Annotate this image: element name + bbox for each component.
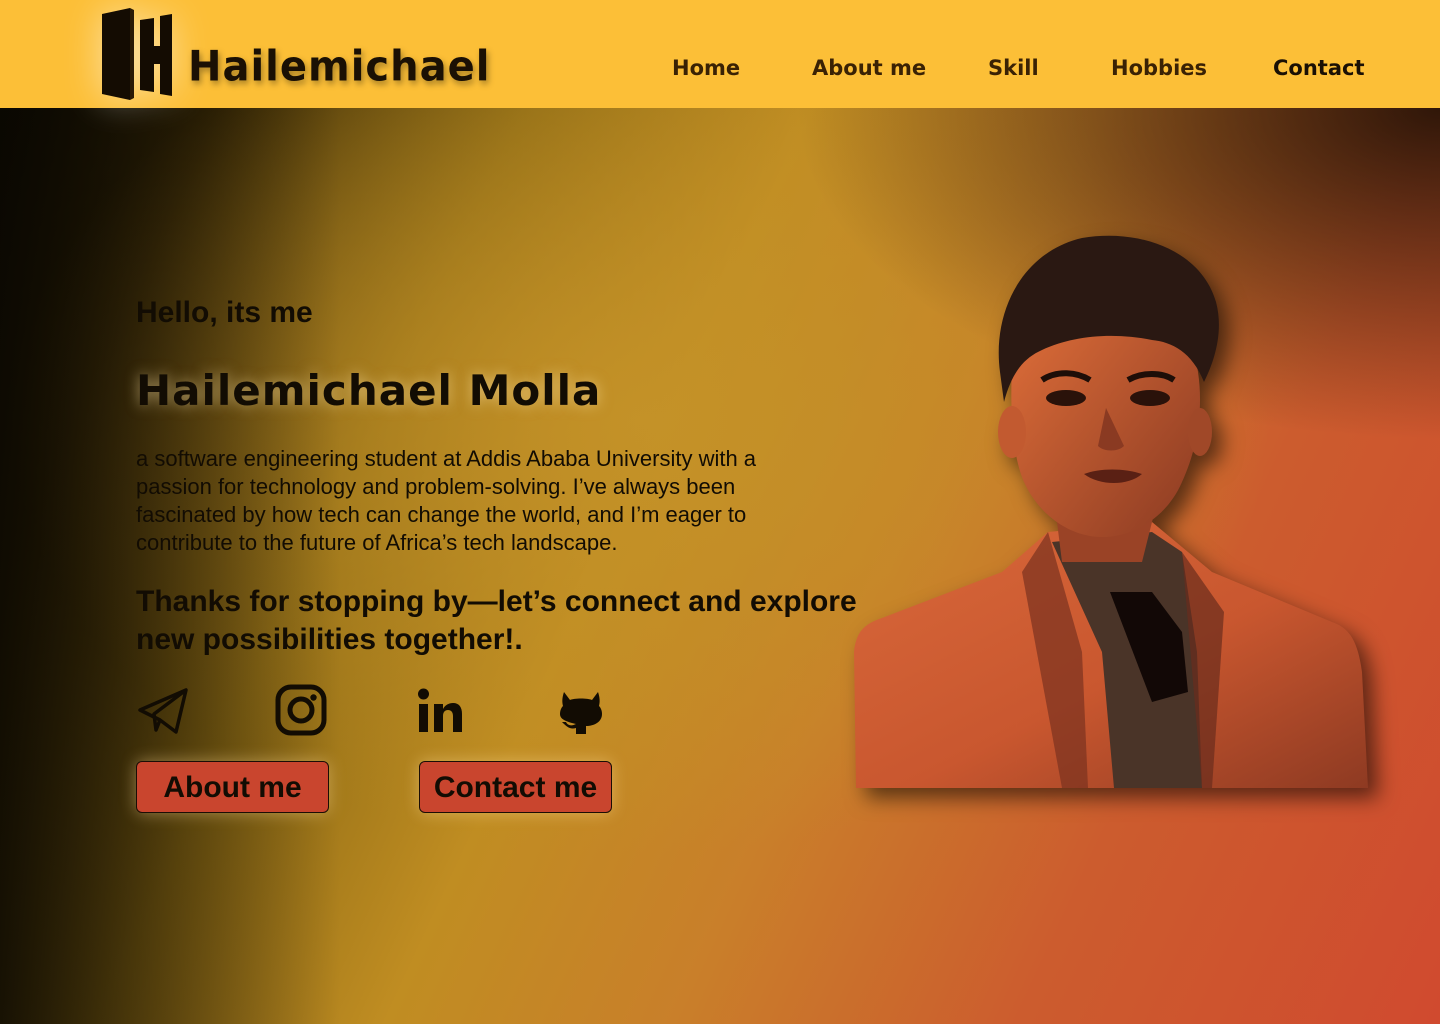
background-shade-left (0, 108, 340, 1024)
site-header: Hailemichael Home About me Skill Hobbies… (0, 0, 1440, 108)
linkedin-icon[interactable] (416, 684, 470, 738)
about-me-button[interactable]: About me (136, 761, 329, 813)
github-icon[interactable] (554, 684, 608, 738)
bio-paragraph: a software engineering student at Addis … (136, 446, 757, 555)
brand-name[interactable]: Hailemichael (188, 43, 490, 91)
thanks-text: Thanks for stopping by—let’s connect and… (136, 585, 857, 656)
greeting-text: Hello, its me (136, 296, 313, 329)
contact-me-button[interactable]: Contact me (419, 761, 612, 813)
nav-contact[interactable]: Contact (1273, 56, 1365, 80)
instagram-icon[interactable] (274, 684, 328, 738)
nav-about-me[interactable]: About me (812, 56, 926, 80)
telegram-icon[interactable] (136, 684, 190, 738)
nav-skill[interactable]: Skill (988, 56, 1039, 80)
logo-icon[interactable] (100, 8, 172, 100)
nav-hobbies[interactable]: Hobbies (1111, 56, 1207, 80)
hero-name: Hailemichael Molla (136, 366, 602, 415)
nav-home[interactable]: Home (672, 56, 740, 80)
profile-photo (854, 235, 1368, 788)
